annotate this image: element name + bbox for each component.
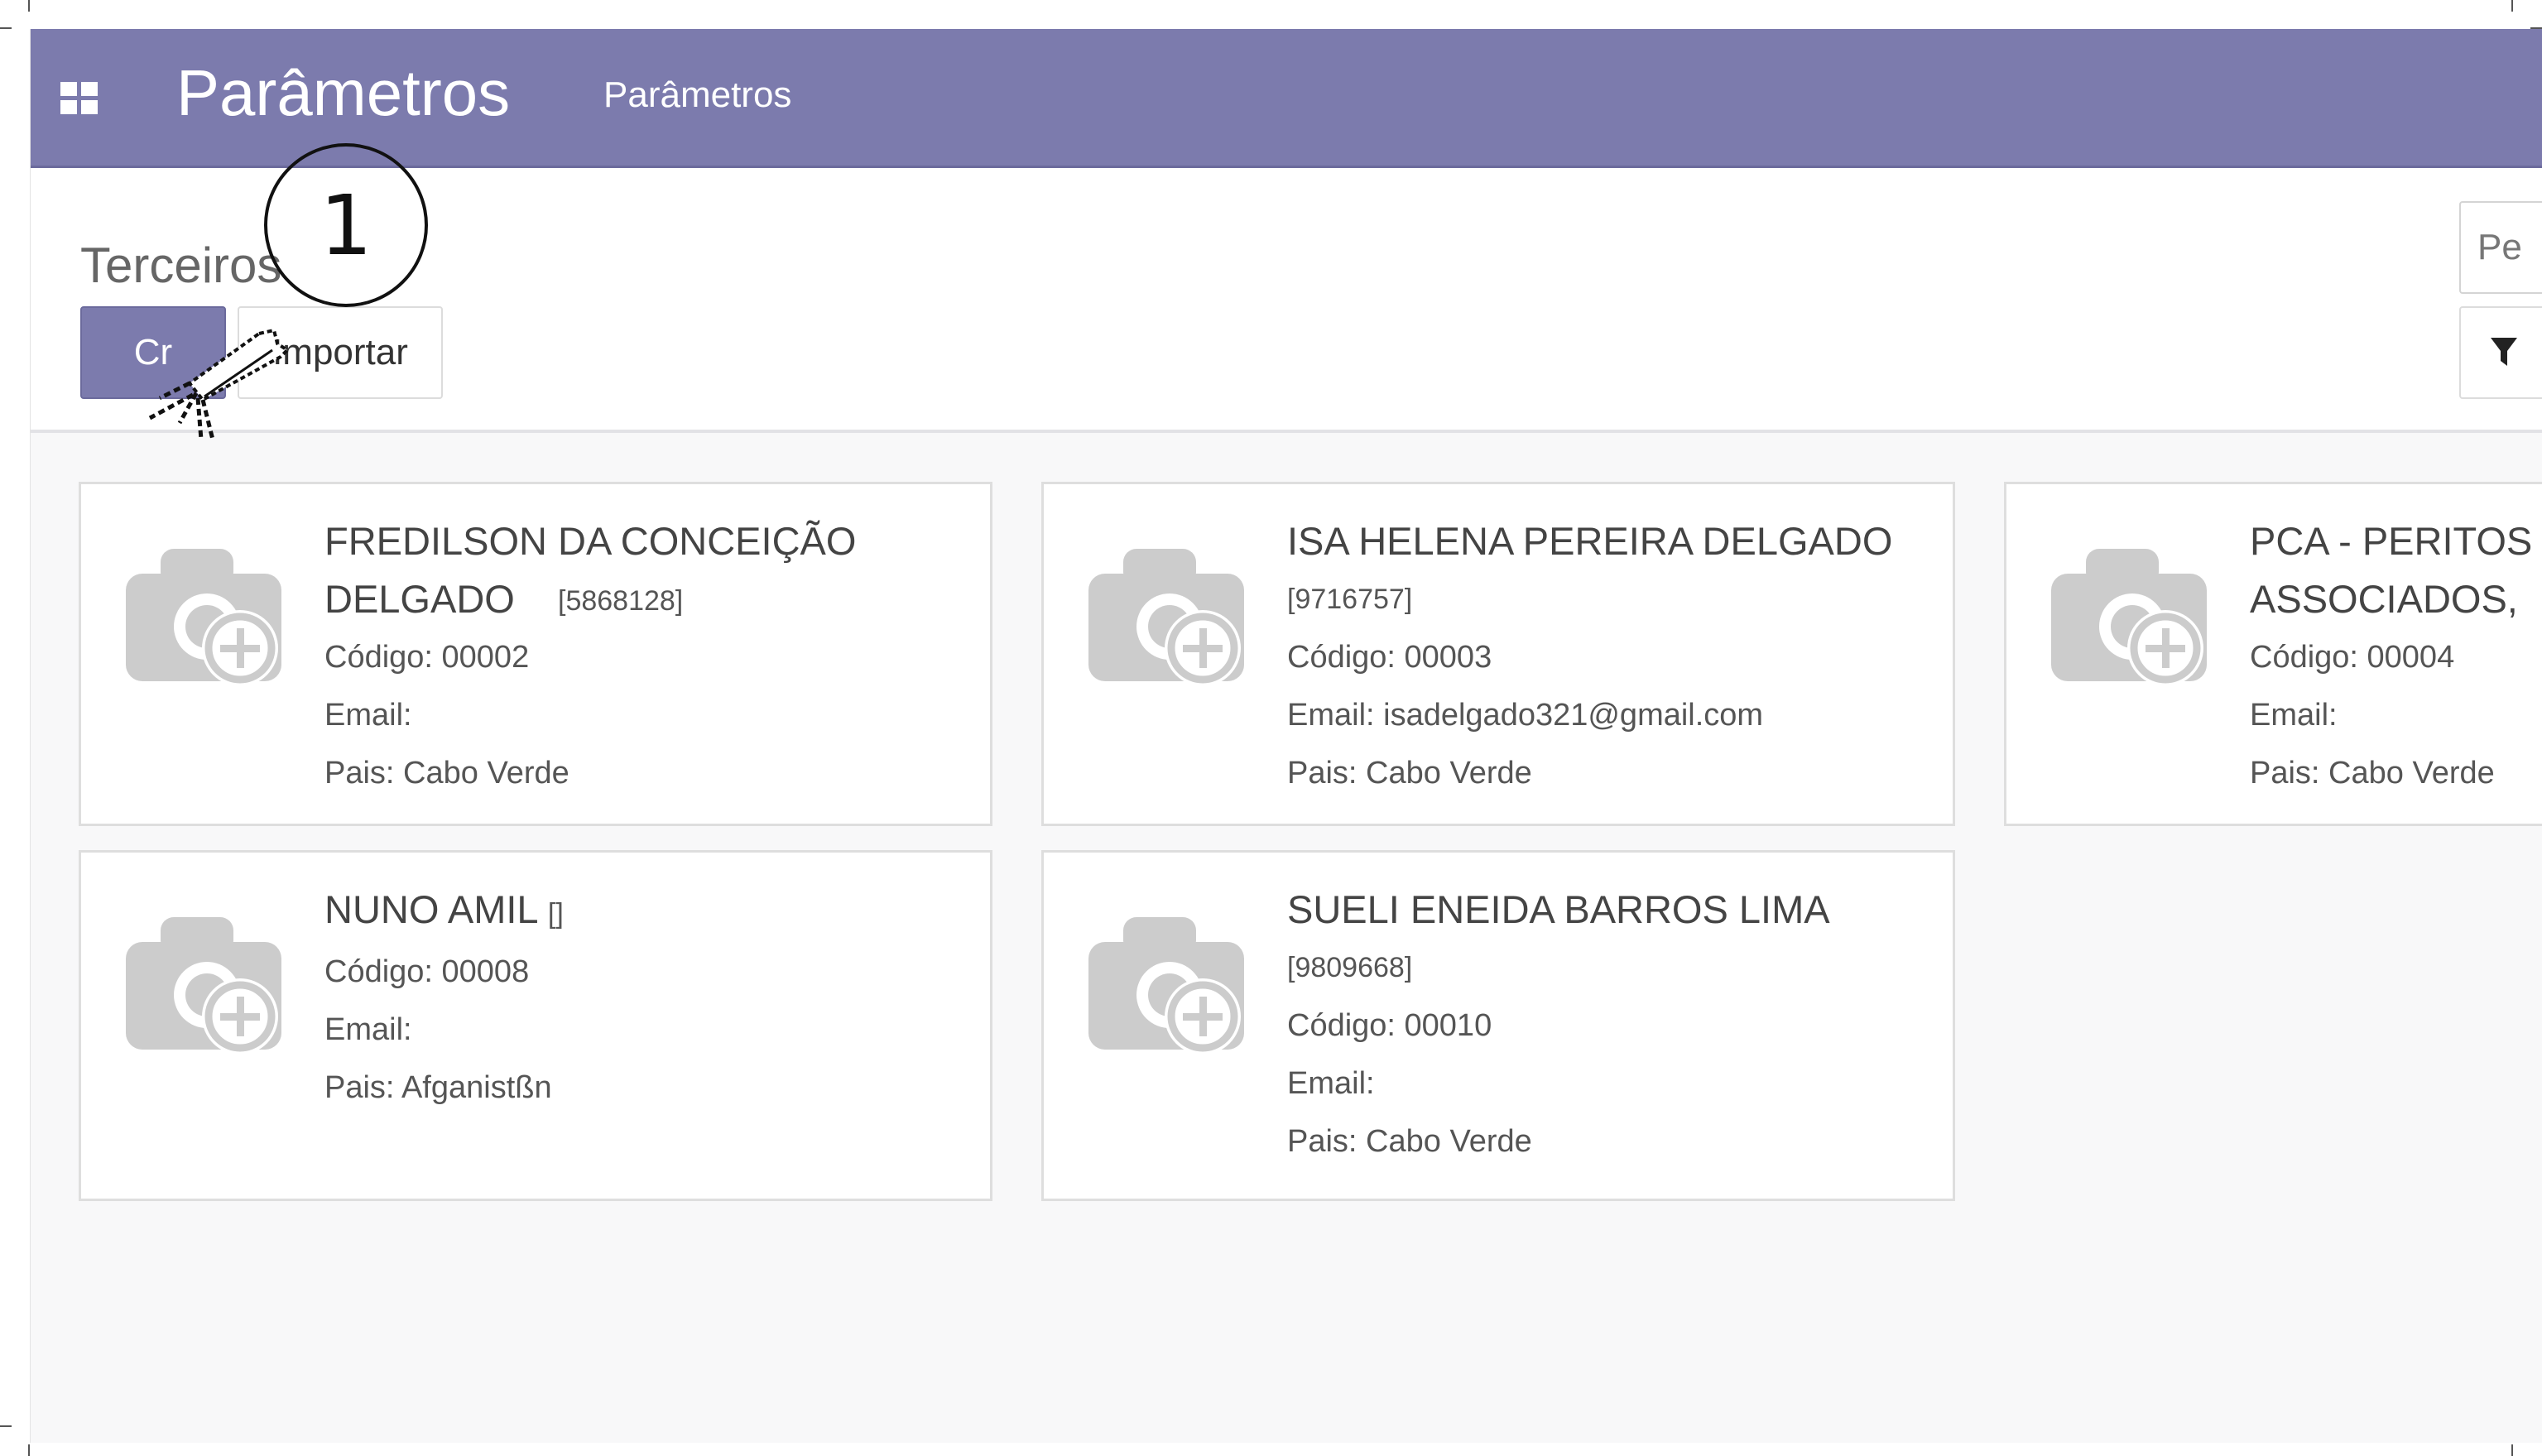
partner-ref: [9809668] — [1287, 952, 1413, 983]
apps-grid-icon[interactable] — [60, 82, 99, 115]
menu-item-parametros[interactable]: Parâmetros — [603, 77, 791, 113]
filter-icon — [2491, 338, 2517, 366]
partner-ref: [5868128] — [558, 585, 684, 617]
card-info: FREDILSON DA CONCEIÇÃO DELGADO Código: 0… — [324, 512, 980, 802]
partner-country: Pais: Afganistßn — [324, 1070, 552, 1105]
app-window: Parâmetros Parâmetros Terceiros Cr Impor… — [30, 29, 2542, 1443]
partner-card[interactable]: PCA - PERITOS ASSOCIADOS, Código: 00004 … — [2004, 482, 2542, 826]
partner-email: Email: — [1287, 1066, 1375, 1101]
camera-add-icon — [1088, 549, 1244, 686]
partner-name: ISA HELENA PEREIRA DELGADO — [1287, 519, 1893, 563]
partner-country: Pais: Cabo Verde — [324, 756, 569, 790]
step-callout: 1 — [264, 143, 428, 307]
screenshot-page: Parâmetros Parâmetros Terceiros Cr Impor… — [0, 0, 2542, 1456]
app-title[interactable]: Parâmetros — [176, 60, 510, 125]
breadcrumb: Terceiros — [80, 238, 282, 293]
partner-email: Email: isadelgado321@gmail.com — [1287, 698, 1764, 733]
camera-add-icon — [126, 917, 281, 1055]
partner-country: Pais: Cabo Verde — [1287, 1124, 1532, 1159]
partner-name-text: PCA - PERITOS ASSOCIADOS, — [2250, 519, 2533, 621]
partner-ref: [9716757] — [1287, 584, 1413, 615]
crop-mark — [0, 27, 12, 29]
crop-mark — [0, 1425, 12, 1427]
partner-name-text: NUNO AMIL — [324, 887, 537, 931]
partner-card[interactable]: NUNO AMIL [] Código: 00008 Email: Pais: … — [79, 850, 992, 1201]
partner-email: Email: — [324, 1012, 412, 1047]
crop-mark — [2511, 1444, 2513, 1456]
card-info: PCA - PERITOS ASSOCIADOS, Código: 00004 … — [2250, 512, 2542, 802]
partner-name: NUNO AMIL [] — [324, 881, 980, 943]
kanban-view: FREDILSON DA CONCEIÇÃO DELGADO Código: 0… — [31, 436, 2542, 1443]
partner-code: Código: 00010 — [1287, 1008, 1492, 1043]
search-input[interactable]: Pe — [2459, 201, 2542, 294]
partner-code: Código: 00002 — [324, 640, 530, 675]
partner-country: Pais: Cabo Verde — [2250, 756, 2495, 790]
search-placeholder: Pe — [2477, 227, 2522, 267]
camera-add-icon — [1088, 917, 1244, 1055]
crop-mark — [28, 1444, 30, 1456]
partner-code: Código: 00003 — [1287, 640, 1492, 675]
card-info: SUELI ENEIDA BARROS LIMA [9809668] Códig… — [1287, 881, 1943, 1170]
partner-ref: [] — [547, 898, 564, 930]
partner-email: Email: — [324, 698, 412, 733]
partner-card[interactable]: FREDILSON DA CONCEIÇÃO DELGADO Código: 0… — [79, 482, 992, 826]
partner-code: Código: 00008 — [324, 954, 530, 989]
filter-button[interactable] — [2459, 306, 2542, 399]
camera-add-icon — [126, 549, 281, 686]
partner-name: PCA - PERITOS ASSOCIADOS, — [2250, 512, 2542, 628]
mouse-pointer-icon — [148, 328, 291, 440]
crop-mark — [2511, 0, 2513, 12]
card-info: NUNO AMIL [] Código: 00008 Email: Pais: … — [324, 881, 980, 1117]
partner-name: SUELI ENEIDA BARROS LIMA — [1287, 887, 1830, 931]
partner-email: Email: — [2250, 698, 2338, 733]
camera-add-icon — [2051, 549, 2207, 686]
partner-card[interactable]: SUELI ENEIDA BARROS LIMA [9809668] Códig… — [1041, 850, 1955, 1201]
card-info: ISA HELENA PEREIRA DELGADO [9716757] Cód… — [1287, 512, 1943, 802]
main-navbar: Parâmetros Parâmetros — [31, 29, 2542, 168]
crop-mark — [28, 0, 30, 12]
partner-country: Pais: Cabo Verde — [1287, 756, 1532, 790]
partner-card[interactable]: ISA HELENA PEREIRA DELGADO [9716757] Cód… — [1041, 482, 1955, 826]
partner-code: Código: 00004 — [2250, 640, 2455, 675]
